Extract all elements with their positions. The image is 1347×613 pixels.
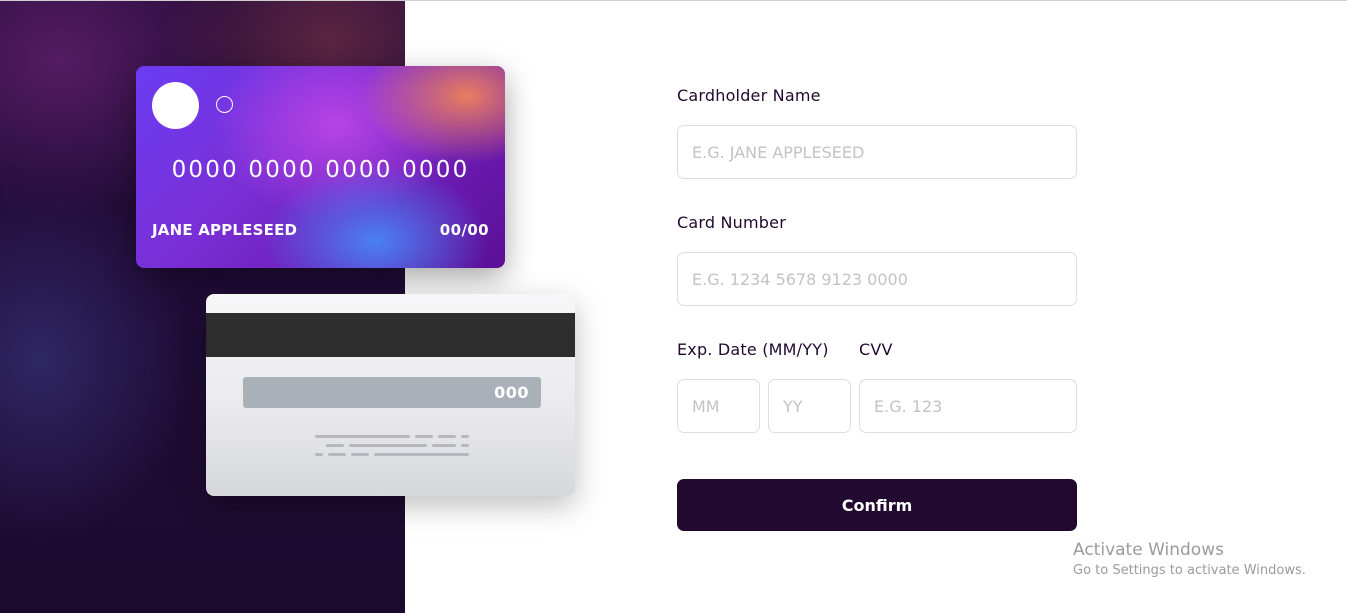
exp-month-input[interactable] bbox=[677, 379, 760, 433]
decorative-line bbox=[328, 453, 346, 456]
cvv-label: CVV bbox=[859, 340, 893, 359]
card-expiry-display: 00/00 bbox=[439, 221, 489, 239]
decorative-line bbox=[351, 453, 369, 456]
card-cvv-display: 000 bbox=[494, 383, 529, 402]
exp-year-input[interactable] bbox=[768, 379, 851, 433]
card-front: 0000 0000 0000 0000 JANE APPLESEED 00/00 bbox=[136, 66, 505, 268]
card-logo-ring-icon bbox=[216, 96, 233, 113]
watermark-title: Activate Windows bbox=[1073, 540, 1224, 560]
card-number-input[interactable] bbox=[677, 252, 1077, 306]
decorative-line bbox=[315, 453, 323, 456]
decorative-line bbox=[461, 435, 469, 438]
cardholder-name-input[interactable] bbox=[677, 125, 1077, 179]
activate-windows-watermark: Activate Windows Go to Settings to activ… bbox=[1073, 540, 1306, 578]
watermark-subtitle: Go to Settings to activate Windows. bbox=[1073, 563, 1306, 578]
decorative-line bbox=[374, 453, 469, 456]
card-number-display: 0000 0000 0000 0000 bbox=[171, 157, 470, 183]
card-back: 000 bbox=[206, 294, 575, 496]
decorative-line bbox=[461, 444, 469, 447]
signature-strip: 000 bbox=[243, 377, 541, 408]
decorative-line bbox=[432, 444, 456, 447]
decorative-line bbox=[415, 435, 433, 438]
confirm-button[interactable]: Confirm bbox=[677, 479, 1077, 531]
card-number-label: Card Number bbox=[677, 213, 786, 232]
cvv-input[interactable] bbox=[859, 379, 1077, 433]
magnetic-stripe bbox=[206, 313, 575, 357]
decorative-line bbox=[438, 435, 456, 438]
card-holder-display: JANE APPLESEED bbox=[152, 221, 298, 239]
decorative-line bbox=[315, 435, 410, 438]
card-logo-circle-icon bbox=[152, 82, 199, 129]
decorative-line bbox=[349, 444, 427, 447]
decorative-line bbox=[326, 444, 344, 447]
cardholder-name-label: Cardholder Name bbox=[677, 86, 821, 105]
exp-date-label: Exp. Date (MM/YY) bbox=[677, 340, 829, 359]
